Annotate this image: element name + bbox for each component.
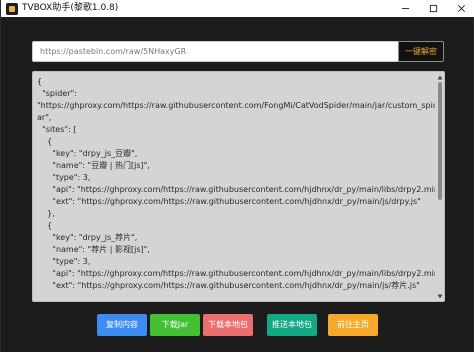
scroll-up-icon[interactable] — [437, 74, 443, 80]
window-controls — [391, 0, 474, 17]
decrypt-button[interactable]: 一键解密 — [398, 41, 444, 62]
code-line: "sites": [ — [37, 125, 77, 134]
maximize-button[interactable] — [419, 0, 447, 17]
app-window: TVBOX助手(黎歌1.0.8) 一键解密 { "spider": "https:… — [0, 0, 474, 352]
code-line: }, — [37, 209, 55, 218]
close-icon — [457, 5, 465, 12]
url-row: 一键解密 — [32, 41, 444, 62]
code-line: "ext": "https://ghproxy.com/https://raw.… — [37, 281, 420, 290]
url-input[interactable] — [32, 41, 398, 62]
title-bar[interactable]: TVBOX助手(黎歌1.0.8) — [1, 0, 474, 17]
code-line: { — [37, 221, 53, 230]
config-text-content[interactable]: { "spider": "https://ghproxy.com/https://… — [37, 76, 435, 298]
code-line: { — [37, 77, 43, 86]
code-line: "api": "https://ghproxy.com/https://raw.… — [37, 269, 435, 278]
code-line: ar", — [37, 113, 52, 122]
scrollbar-thumb[interactable] — [438, 82, 442, 200]
vertical-scrollbar[interactable] — [436, 72, 444, 301]
download-jar-button[interactable]: 下载Jar — [150, 314, 200, 336]
code-line: "api": "https://ghproxy.com/https://raw.… — [37, 185, 435, 194]
code-line: { — [37, 137, 53, 146]
code-line: "key": "drpy_js_豆瓣", — [37, 149, 138, 158]
code-line: "name": "荐片 | 影视[js]", — [37, 245, 150, 254]
close-button[interactable] — [447, 0, 474, 17]
code-line: "ext": "https://ghproxy.com/https://raw.… — [37, 197, 421, 206]
action-button-row: 复制内容 下载Jar 下载本地包 推送本地包 前往主页 — [1, 314, 474, 336]
code-line: "name": "豆瓣 | 热门[js]", — [37, 161, 150, 170]
scroll-down-icon[interactable] — [437, 293, 443, 299]
push-local-package-button[interactable]: 推送本地包 — [267, 314, 317, 336]
code-line: "spider": — [37, 89, 77, 98]
code-line: "key": "drpy_js_荐片", — [37, 233, 138, 242]
maximize-icon — [429, 4, 437, 13]
copy-content-button[interactable]: 复制内容 — [97, 314, 147, 336]
minimize-icon — [401, 8, 409, 9]
app-logo-icon — [6, 2, 18, 15]
code-line: "type": 3, — [37, 257, 91, 266]
window-title: TVBOX助手(黎歌1.0.8) — [22, 3, 119, 13]
go-homepage-button[interactable]: 前往主页 — [328, 314, 378, 336]
code-line: "type": 3, — [37, 173, 91, 182]
minimize-button[interactable] — [391, 0, 419, 17]
code-line: "https://ghproxy.com/https://raw.githubu… — [37, 101, 435, 110]
download-local-package-button[interactable]: 下载本地包 — [203, 314, 253, 336]
config-text-area[interactable]: { "spider": "https://ghproxy.com/https://… — [32, 71, 445, 302]
